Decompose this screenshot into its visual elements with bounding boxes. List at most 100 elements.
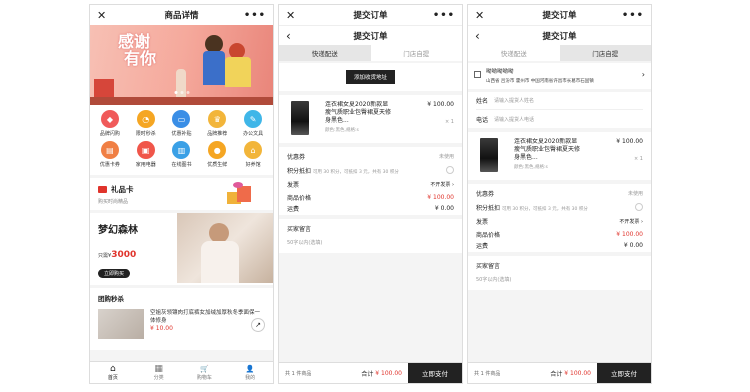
points-label: 积分抵扣 bbox=[476, 204, 501, 212]
add-address-button[interactable]: 添加收货地址 bbox=[345, 70, 395, 84]
back-arrow-icon[interactable]: ‹ bbox=[286, 29, 291, 43]
promo-price: 3000 bbox=[111, 250, 137, 260]
crown-icon: ♛ bbox=[208, 110, 227, 128]
fruit-icon: ● bbox=[208, 141, 227, 159]
category-item[interactable]: ▤ 优惠卡券 bbox=[92, 141, 128, 168]
total-label: 合计 bbox=[361, 370, 374, 378]
coupon-row[interactable]: 优惠券 未使用 bbox=[468, 186, 651, 200]
gift-card-section[interactable]: 礼品卡 购买时尚精品 bbox=[90, 178, 273, 210]
store-section[interactable]: 呦呦呦呦呦 山西省 吕汾市 霍州市 中国河南省许昌市长葛市石固镇 › bbox=[468, 63, 651, 89]
header-title: 提交订单 bbox=[353, 31, 388, 42]
title-bar: ✕ 提交订单 ••• bbox=[279, 5, 462, 25]
category-grid: ◆ 品牌闪购 ◔ 限时秒杀 ▭ 优惠补贴 ♛ 品牌推荐 ✎ 办公文具 ▤ 优惠卡券 ▣ 家用电… bbox=[90, 105, 273, 175]
name-input[interactable]: 请输入提货人姓名 bbox=[494, 97, 534, 104]
store-address: 山西省 吕汾市 霍州市 中国河南省许昌市长葛市石固镇 bbox=[486, 79, 594, 84]
pay-button[interactable]: 立即支付 bbox=[408, 363, 462, 383]
points-radio[interactable] bbox=[635, 203, 643, 211]
category-item[interactable]: ▭ 优惠补贴 bbox=[164, 110, 200, 137]
product-spec: 颜色:黑色,规格:s bbox=[514, 165, 548, 170]
points-radio[interactable] bbox=[446, 166, 454, 174]
product-price: ¥ 100.00 bbox=[427, 101, 454, 108]
gift-box-image bbox=[227, 182, 253, 204]
close-icon[interactable]: ✕ bbox=[97, 9, 106, 22]
back-arrow-icon[interactable]: ‹ bbox=[475, 29, 480, 43]
page-header: ‹ 提交订单 bbox=[279, 25, 462, 45]
vase bbox=[176, 69, 186, 99]
points-row: 积分抵扣 可用 30 积分，可抵扣 3 元，共有 30 积分 bbox=[279, 163, 462, 177]
promo-section[interactable]: 梦幻森林 只需¥3000 立即购买 bbox=[90, 213, 273, 285]
product-name: 连衣裙女夏2020新款显瘦气质职业包臀裙夏天修身黑色... bbox=[325, 101, 392, 124]
checkout-footer: 共 1 件商品 合计 ¥ 100.00 立即支付 bbox=[468, 362, 651, 383]
title-bar: ✕ 商品详情 ••• bbox=[90, 5, 273, 25]
book-icon: ▥ bbox=[172, 141, 191, 159]
tab-pickup[interactable]: 门店自提 bbox=[370, 45, 462, 61]
more-icon[interactable]: ••• bbox=[244, 10, 266, 21]
invoice-value: 不开发票 bbox=[430, 181, 451, 188]
product-image bbox=[291, 101, 309, 135]
product-card[interactable]: 连衣裙女夏2020新款显瘦气质职业包臀裙夏天修身黑色... 颜色:黑色,规格:s… bbox=[468, 132, 651, 180]
category-item[interactable]: ● 优质生鲜 bbox=[199, 141, 235, 168]
coupon-icon: ▤ bbox=[100, 141, 119, 159]
memo-input[interactable]: 50字以内(选填) bbox=[287, 239, 454, 246]
checkout-footer: 共 1 件商品 合计 ¥ 100.00 立即支付 bbox=[279, 362, 462, 383]
category-item[interactable]: ♛ 品牌推荐 bbox=[199, 110, 235, 137]
coupon-row[interactable]: 优惠券 未使用 bbox=[279, 149, 462, 163]
category-item[interactable]: ◆ 品牌闪购 bbox=[92, 110, 128, 137]
subtotal-value: ¥ 100.00 bbox=[616, 230, 643, 238]
product-spec: 颜色:黑色,规格:s bbox=[325, 128, 359, 133]
total-label: 合计 bbox=[550, 370, 563, 378]
timer-icon: ◔ bbox=[136, 110, 155, 128]
category-item[interactable]: ◔ 限时秒杀 bbox=[128, 110, 164, 137]
float-service-button[interactable]: ↗ bbox=[251, 318, 265, 332]
chevron-right-icon: › bbox=[641, 70, 645, 79]
title-bar: ✕ 提交订单 ••• bbox=[468, 5, 651, 25]
close-icon[interactable]: ✕ bbox=[475, 9, 484, 22]
promo-price-prefix: 只需¥ bbox=[98, 253, 112, 259]
promo-buy-button[interactable]: 立即购买 bbox=[98, 269, 131, 278]
nav-category[interactable]: ▦ 分类 bbox=[136, 362, 182, 383]
tab-delivery[interactable]: 快递配送 bbox=[468, 45, 560, 61]
subtotal-value: ¥ 100.00 bbox=[427, 193, 454, 201]
shipping-value: ¥ 0.00 bbox=[434, 204, 454, 212]
nav-home[interactable]: ⌂ 首页 bbox=[90, 362, 136, 383]
memo-section: 买家留言 50字以内(选填) bbox=[279, 219, 462, 253]
close-icon[interactable]: ✕ bbox=[286, 9, 295, 22]
subtotal-row: 商品价格 ¥ 100.00 bbox=[287, 193, 454, 202]
gift-box-left bbox=[94, 79, 114, 97]
address-section: 添加收货地址 bbox=[279, 63, 462, 91]
points-row: 积分抵扣 可用 30 积分，可抵扣 3 元，共有 30 积分 bbox=[468, 200, 651, 214]
pay-button[interactable]: 立即支付 bbox=[597, 363, 651, 383]
chevron-right-icon: › bbox=[641, 218, 643, 225]
carousel-dots bbox=[174, 91, 189, 94]
category-item[interactable]: ▣ 家用电器 bbox=[128, 141, 164, 168]
phone-row: 电话 请输入提货人电话 bbox=[476, 116, 535, 124]
flash-sale-item[interactable]: 空姐灰领镶肉打底裤女加绒加厚秋冬季面保一体修身 ¥ 10.00 bbox=[98, 309, 265, 339]
nav-cart[interactable]: 🛒 购物车 bbox=[182, 362, 228, 383]
tab-delivery[interactable]: 快递配送 bbox=[279, 45, 371, 61]
memo-label: 买家留言 bbox=[476, 263, 501, 270]
points-label: 积分抵扣 bbox=[287, 167, 312, 175]
flash-item-name: 空姐灰领镶肉打底裤女加绒加厚秋冬季面保一体修身 bbox=[150, 310, 261, 324]
banner-text-1: 感谢 bbox=[118, 32, 151, 51]
more-icon[interactable]: ••• bbox=[433, 10, 455, 21]
chevron-right-icon: › bbox=[452, 181, 454, 188]
page-title: 商品详情 bbox=[164, 11, 199, 21]
category-item[interactable]: ⌂ 好养馆 bbox=[235, 141, 271, 168]
store-name: 呦呦呦呦呦 bbox=[486, 69, 514, 75]
category-item[interactable]: ▥ 在线图书 bbox=[164, 141, 200, 168]
tab-pickup[interactable]: 门店自提 bbox=[559, 45, 651, 61]
category-item[interactable]: ✎ 办公文具 bbox=[235, 110, 271, 137]
memo-input[interactable]: 50字以内(选填) bbox=[476, 276, 643, 283]
shipping-value: ¥ 0.00 bbox=[623, 241, 643, 249]
promo-image bbox=[177, 213, 273, 283]
points-desc: 可用 30 积分，可抵扣 3 元，共有 30 积分 bbox=[501, 206, 588, 212]
product-card[interactable]: 连衣裙女夏2020新款显瘦气质职业包臀裙夏天修身黑色... 颜色:黑色,规格:s… bbox=[279, 95, 462, 143]
phone-input[interactable]: 请输入提货人电话 bbox=[494, 116, 534, 123]
nav-mine[interactable]: 👤 我的 bbox=[227, 362, 273, 383]
hero-banner[interactable]: 感谢 有你 bbox=[90, 25, 273, 105]
appliance-icon: ▣ bbox=[136, 141, 155, 159]
submit-order-delivery-screen: ✕ 提交订单 ••• ‹ 提交订单 快递配送 门店自提 添加收货地址 连衣裙女夏… bbox=[278, 4, 463, 384]
more-icon[interactable]: ••• bbox=[622, 10, 644, 21]
invoice-row[interactable]: 发票 不开发票 › bbox=[279, 177, 462, 191]
invoice-row[interactable]: 发票 不开发票 › bbox=[468, 214, 651, 228]
